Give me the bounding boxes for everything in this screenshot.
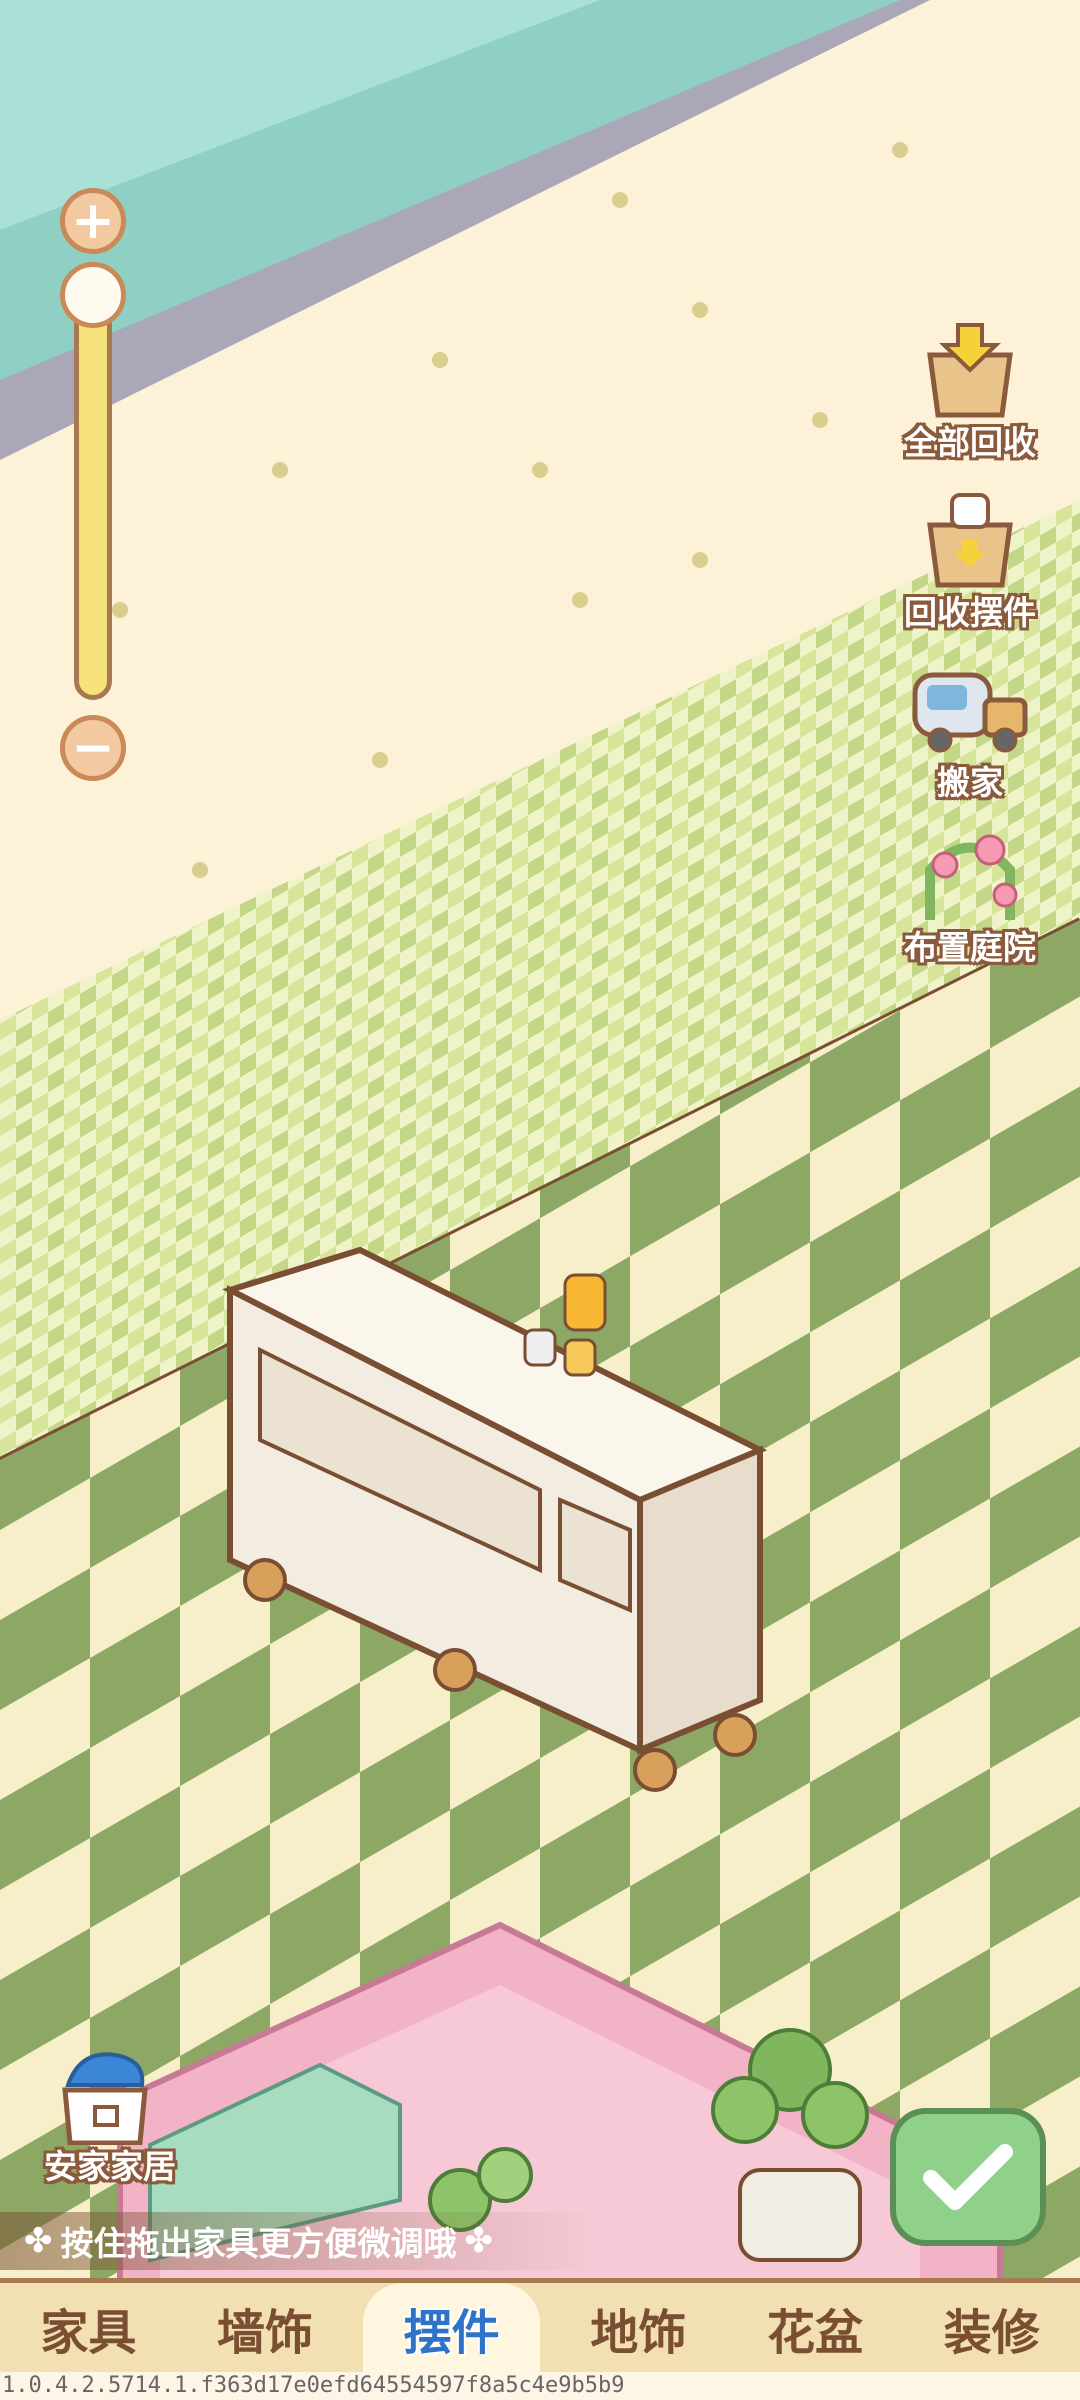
move-house-label: 搬家 (937, 763, 1003, 802)
minus-icon: − (71, 718, 115, 778)
arrange-yard-button[interactable]: 布置庭院 (880, 825, 1060, 969)
zoom-out-button[interactable]: − (60, 715, 126, 781)
shop-button[interactable] (50, 2045, 160, 2146)
tab-flower-pots[interactable]: 花盆 (727, 2283, 904, 2372)
zoom-slider-track[interactable] (74, 290, 112, 700)
recycle-all-label: 全部回收 (904, 423, 1036, 462)
category-tabbar: 家具 墙饰 摆件 地饰 花盆 装修 (0, 2278, 1080, 2372)
recycle-decor-button[interactable]: 回收摆件 (880, 490, 1060, 634)
clover-icon: ✤ (464, 2221, 494, 2261)
flower-arch-icon (925, 834, 1018, 920)
tab-wall-decor[interactable]: 墙饰 (177, 2283, 354, 2372)
shop-label: 安家家居 (44, 2147, 176, 2186)
recycle-all-button[interactable]: 全部回收 (880, 320, 1060, 464)
hint-bar: ✤ 按住拖出家具更方便微调哦 ✤ (0, 2212, 600, 2270)
tab-furniture[interactable]: 家具 (0, 2283, 177, 2372)
clover-icon: ✤ (24, 2221, 53, 2261)
tab-ornaments[interactable]: 摆件 (363, 2283, 541, 2372)
version-string: 1.0.4.2.5714.1.f363d17e0efd64554597f8a5c… (0, 2372, 1080, 2400)
shop-bag-icon (62, 2052, 148, 2146)
box-cup-icon (927, 493, 1013, 588)
box-arrow-icon (927, 323, 1013, 418)
move-house-button[interactable]: 搬家 (880, 660, 1060, 804)
checkmark-icon (923, 2144, 1013, 2210)
confirm-button[interactable] (890, 2108, 1046, 2246)
truck-icon (912, 672, 1028, 753)
recycle-decor-label: 回收摆件 (904, 593, 1036, 632)
tab-renovation[interactable]: 装修 (903, 2283, 1080, 2372)
zoom-slider-thumb[interactable] (60, 262, 126, 328)
zoom-in-button[interactable]: + (60, 188, 126, 254)
arrange-yard-label: 布置庭院 (904, 928, 1036, 967)
hint-text: 按住拖出家具更方便微调哦 (60, 2224, 457, 2263)
plus-icon: + (71, 191, 115, 251)
tab-floor-decor[interactable]: 地饰 (550, 2283, 727, 2372)
